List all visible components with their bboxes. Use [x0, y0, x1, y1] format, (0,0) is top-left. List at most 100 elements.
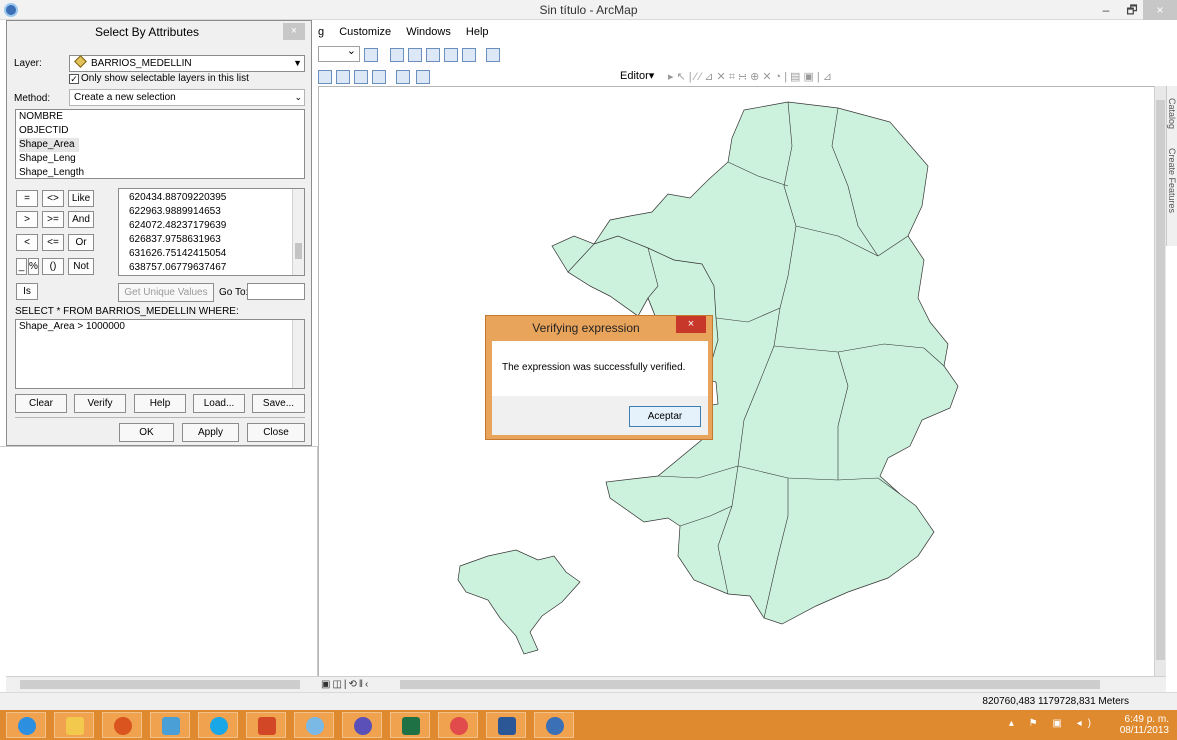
equals-button[interactable]: = [16, 190, 38, 207]
toc-horizontal-scrollbar[interactable] [6, 676, 318, 692]
editor-menu[interactable]: Editor▾ [620, 68, 654, 84]
system-tray-icons[interactable]: ▴ ⚑ ▣ ◂) [1009, 718, 1097, 729]
find-icon[interactable] [336, 70, 350, 84]
load-button[interactable]: Load... [193, 394, 245, 413]
clear-button[interactable]: Clear [15, 394, 67, 413]
value-item[interactable]: 620434.88709220395 [119, 192, 304, 203]
value-item[interactable]: 626837.9758631963 [119, 234, 304, 245]
taskbar-explorer-icon[interactable] [54, 712, 94, 738]
title-bar: Sin título - ArcMap – 🗗 × [0, 0, 1177, 20]
and-button[interactable]: And [68, 211, 94, 228]
dialog-close-button[interactable]: × [283, 23, 305, 40]
system-clock[interactable]: 6:49 p. m. 08/11/2013 [1120, 714, 1169, 736]
help-button[interactable]: Help [134, 394, 186, 413]
arctoolbox-icon[interactable] [444, 48, 458, 62]
not-equal-button[interactable]: <> [42, 190, 64, 207]
field-item-selected[interactable]: Shape_Area [16, 138, 304, 152]
layer-dropdown[interactable]: BARRIOS_MEDELLIN ▼ [69, 55, 305, 72]
table-icon[interactable] [390, 48, 404, 62]
verify-close-button[interactable]: × [676, 316, 706, 333]
taskbar-ie-icon[interactable] [6, 712, 46, 738]
viewer-window-icon[interactable] [416, 70, 430, 84]
checkbox-check-icon: ✓ [69, 74, 79, 84]
get-unique-values-button[interactable]: Get Unique Values [118, 283, 214, 302]
catalog-tab[interactable]: Catalog [1167, 98, 1177, 129]
find-route-icon[interactable] [354, 70, 368, 84]
or-button[interactable]: Or [68, 234, 94, 251]
ok-button[interactable]: OK [119, 423, 174, 442]
search-window-icon[interactable] [426, 48, 440, 62]
menu-item-g[interactable]: g [318, 22, 324, 42]
taskbar-word-icon[interactable] [486, 712, 526, 738]
editor-toolbar-icon[interactable] [364, 48, 378, 62]
southwest-island-polygon [457, 549, 581, 655]
value-item[interactable]: 622963.9889914653 [119, 206, 304, 217]
dialog-title-bar: Select By Attributes × [7, 21, 311, 43]
taskbar-snipping-icon[interactable] [438, 712, 478, 738]
create-features-tab[interactable]: Create Features [1167, 148, 1177, 213]
like-button[interactable]: Like [68, 190, 94, 207]
value-item[interactable]: 624072.48237179639 [119, 220, 304, 231]
model-builder-icon[interactable] [486, 48, 500, 62]
taskbar-excel-icon[interactable] [390, 712, 430, 738]
layer-icon [74, 55, 87, 68]
taskbar-skype-icon[interactable] [198, 712, 238, 738]
less-than-button[interactable]: < [16, 234, 38, 251]
expression-textarea[interactable]: Shape_Area > 1000000 [15, 319, 305, 389]
close-dialog-button[interactable]: Close [247, 423, 305, 442]
standard-toolbar [318, 44, 1177, 66]
menu-item-windows[interactable]: Windows [406, 22, 451, 42]
field-item[interactable]: OBJECTID [16, 124, 304, 138]
time-slider-icon[interactable] [396, 70, 410, 84]
close-window-button[interactable]: × [1143, 0, 1177, 20]
is-button[interactable]: Is [16, 283, 38, 300]
save-button[interactable]: Save... [252, 394, 305, 413]
taskbar-paint-icon[interactable] [294, 712, 334, 738]
parentheses-button[interactable]: () [42, 258, 64, 275]
field-item[interactable]: Shape_Leng [16, 152, 304, 166]
greater-than-button[interactable]: > [16, 211, 38, 228]
field-item[interactable]: Shape_Length [16, 166, 304, 178]
map-vertical-scrollbar[interactable] [1154, 86, 1166, 676]
taskbar-arcmap-icon[interactable] [534, 712, 574, 738]
not-button[interactable]: Not [68, 258, 94, 275]
values-scrollbar[interactable] [292, 189, 304, 275]
select-by-attributes-dialog: Select By Attributes × Layer: BARRIOS_ME… [6, 20, 312, 446]
restore-button[interactable]: 🗗 [1119, 0, 1145, 20]
map-horizontal-scrollbar[interactable]: ▣◫|⟲‖‹ [318, 676, 1166, 692]
greater-equal-button[interactable]: >= [42, 211, 64, 228]
menu-item-help[interactable]: Help [466, 22, 489, 42]
only-selectable-label: Only show selectable layers in this list [81, 73, 249, 84]
scale-combo[interactable] [318, 44, 360, 62]
underscore-button[interactable]: _ [16, 258, 27, 275]
field-item[interactable]: NOMBRE [16, 110, 304, 124]
goto-input[interactable] [247, 283, 305, 300]
value-item[interactable]: 638757.06779637467 [119, 262, 304, 273]
layout-view-toggles[interactable]: ▣◫|⟲‖‹ [321, 679, 370, 690]
minimize-button[interactable]: – [1093, 0, 1119, 20]
value-item[interactable]: 631626.75142415054 [119, 248, 304, 259]
unique-values-list[interactable]: 620434.88709220395 622963.9889914653 624… [118, 188, 305, 276]
go-to-xy-icon[interactable] [372, 70, 386, 84]
python-icon[interactable] [462, 48, 476, 62]
taskbar-app-icon[interactable] [150, 712, 190, 738]
fields-list[interactable]: NOMBRE OBJECTID Shape_Area Shape_Leng Sh… [15, 109, 305, 179]
method-dropdown[interactable]: Create a new selection ⌄ [69, 89, 305, 106]
map-canvas[interactable] [318, 86, 1154, 676]
identify-icon[interactable] [318, 70, 332, 84]
aceptar-button[interactable]: Aceptar [629, 406, 701, 427]
menu-item-customize[interactable]: Customize [339, 22, 391, 42]
only-selectable-checkbox[interactable]: ✓ Only show selectable layers in this lis… [69, 73, 249, 84]
percent-button[interactable]: % [28, 258, 39, 275]
verify-button[interactable]: Verify [74, 394, 126, 413]
catalog-icon[interactable] [408, 48, 422, 62]
less-equal-button[interactable]: <= [42, 234, 64, 251]
taskbar-app2-icon[interactable] [342, 712, 382, 738]
taskbar-powerpoint-icon[interactable] [246, 712, 286, 738]
layer-value: BARRIOS_MEDELLIN [91, 58, 192, 69]
method-value: Create a new selection [74, 92, 176, 103]
taskbar-firefox-icon[interactable] [102, 712, 142, 738]
selected-field-label: Shape_Area [19, 138, 79, 152]
expression-scrollbar[interactable] [292, 320, 304, 388]
apply-button[interactable]: Apply [182, 423, 239, 442]
